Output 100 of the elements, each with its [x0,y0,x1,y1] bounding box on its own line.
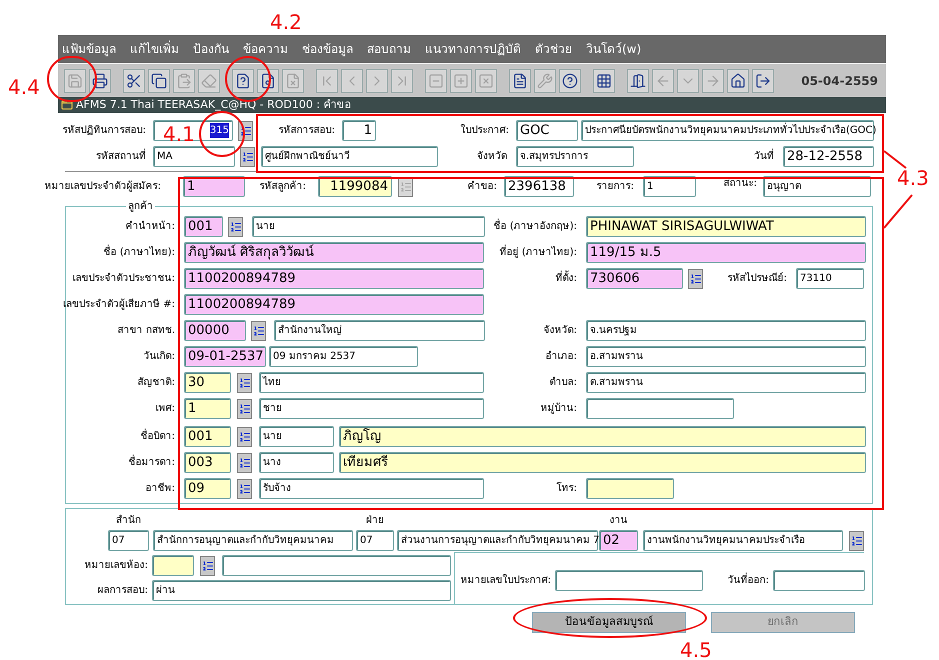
text-field[interactable]: อนุญาต [763,176,871,197]
document-button[interactable] [509,68,531,92]
text-field[interactable]: สำนักงานใหญ่ [274,320,485,341]
help-button[interactable] [559,68,581,92]
window-title: AFMS 7.1 Thai TEERASAK_C@HQ - ROD100 : คำขอ [76,96,352,113]
x-square-icon [478,72,494,88]
text-field[interactable]: 28-12-2558 [783,146,874,167]
text-field[interactable]: ภิญวัฒน์ ศิริสกุลวิวัฒน์ [184,242,484,263]
text-field[interactable]: GOC [516,120,578,141]
text-field[interactable]: 001 [184,216,223,237]
text-field[interactable]: 1 [643,176,696,197]
text-field[interactable]: 09 [184,478,231,499]
annotation-label: 4.1 [163,124,195,144]
field-label: รายการ: [596,180,634,194]
text-field[interactable] [222,555,451,576]
menu-item[interactable]: ตัวช่วย [535,40,572,58]
list-button[interactable] [237,452,252,472]
exit-button[interactable] [752,68,774,92]
text-field[interactable]: 73110 [796,268,864,289]
text-field[interactable]: 30 [184,372,231,393]
text-field[interactable]: 003 [184,452,231,473]
text-field[interactable]: ต.สามพราน [586,372,866,393]
list-icon [242,150,254,162]
text-field[interactable]: 09-01-2537 [184,346,266,367]
field-label: โทร: [556,481,577,496]
menu-item[interactable]: แฟ้มข้อมูล [62,40,116,58]
menu-item[interactable]: แนวทางการปฏิบัติ [425,40,521,58]
text-field[interactable]: อ.สามพราน [586,346,866,367]
text-field[interactable]: สำนักการอนุญาตและกำกับวิทยุคมนาคม [153,530,353,551]
field-label: อำเภอ: [546,350,577,364]
text-field[interactable]: 001 [184,426,231,447]
submit-button[interactable]: ป้อนข้อมูลสมบูรณ์ [532,612,686,633]
file-question-button[interactable] [232,68,254,92]
text-field[interactable]: 02 [599,530,638,551]
text-field[interactable]: 09 มกราคม 2537 [269,346,418,367]
printer-button[interactable] [89,68,111,92]
list-button[interactable] [251,320,266,340]
app-icon [61,99,73,111]
list-icon [238,456,250,468]
text-field[interactable]: PHINAWAT SIRISAGULWIWAT [586,216,866,237]
text-field[interactable]: ส่วนงานการอนุญาตและกำกับวิทยุคมนาคม 7 [397,530,598,551]
menu-item[interactable]: แก้ไขเพิ่ม [130,40,179,58]
list-button[interactable] [200,556,215,576]
text-field[interactable]: เทียมศรี [339,452,866,473]
list-button[interactable] [237,478,252,498]
menu-item[interactable]: ช่องข้อมูล [302,40,353,58]
text-field[interactable]: 1199084 [318,176,392,197]
text-field[interactable]: 07 [356,530,394,551]
list-icon [238,402,250,414]
text-field[interactable]: ชาย [259,398,484,419]
list-button[interactable] [228,216,243,236]
text-field[interactable]: 00000 [184,320,246,341]
house-button[interactable] [727,68,749,92]
scissors-button[interactable] [123,68,145,92]
field-label: อาชีพ: [146,482,175,496]
text-field[interactable] [586,478,674,499]
text-field[interactable]: 1 [183,176,245,197]
text-field[interactable]: 2396138 [504,176,574,197]
list-button[interactable] [237,372,252,392]
text-field[interactable]: 1 [342,120,376,141]
text-field[interactable]: 730606 [586,268,683,289]
list-button[interactable] [237,398,252,418]
menu-item[interactable]: ข้อความ [243,40,288,58]
text-field[interactable]: นาย [252,216,485,237]
menu-item[interactable]: ป้องกัน [193,40,229,58]
grid-button[interactable] [593,68,615,92]
file-search-icon [260,72,276,88]
document-icon [512,72,528,88]
list-button[interactable] [237,426,252,446]
text-field[interactable]: MA [153,146,235,167]
list-icon [230,220,242,232]
text-field[interactable]: 119/15 ม.5 [586,242,866,263]
menu-item[interactable]: วินโดว์(w) [586,40,642,58]
text-field[interactable]: จ.สมุทรปราการ [516,146,634,167]
text-field[interactable]: ศูนย์ฝึกพาณิชย์นาวี [261,146,438,167]
menu-item[interactable]: สอบถาม [367,40,411,58]
text-field[interactable]: 1100200894789 [184,294,484,315]
text-field[interactable]: ไทย [259,372,484,393]
text-field[interactable]: จ.นครปฐม [586,320,866,341]
text-field[interactable]: ผ่าน [152,580,451,601]
text-field[interactable]: งานพนักงานวิทยุคมนาคมประจำเรือ [643,530,843,551]
door-button[interactable] [627,68,649,92]
text-field[interactable] [773,570,865,591]
text-field[interactable] [555,570,703,591]
text-field[interactable]: นาย [259,426,334,447]
list-button[interactable] [240,146,255,166]
file-search-button[interactable] [257,68,279,92]
list-button[interactable] [688,268,703,288]
text-field[interactable]: ภิญโญ [339,426,866,447]
text-field[interactable]: รับจ้าง [259,478,484,499]
text-field[interactable]: 1 [184,398,231,419]
list-button[interactable] [849,530,864,550]
text-field[interactable]: นาง [259,452,334,473]
text-field[interactable]: ประกาศนียบัตรพนักงานวิทยุคมนาคมประเภททั่วไปประจำเรือ(GOC) [581,120,874,141]
field-label: วันที่ [754,149,774,164]
copy-button[interactable] [148,68,170,92]
text-field[interactable]: 1100200894789 [184,268,484,289]
text-field[interactable] [586,398,734,419]
text-field[interactable] [152,555,194,576]
text-field[interactable]: 07 [108,530,149,551]
